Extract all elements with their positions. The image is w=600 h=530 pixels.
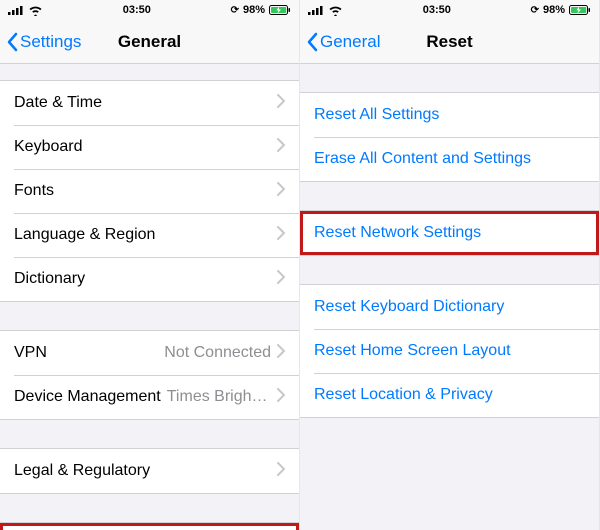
row-reset-location-privacy[interactable]: Reset Location & Privacy xyxy=(300,373,599,417)
nav-bar: Settings General xyxy=(0,20,299,64)
status-right: ⟳ 98% xyxy=(531,4,591,16)
chevron-left-icon xyxy=(6,32,18,52)
battery-percent: 98% xyxy=(243,4,265,16)
row-label: Date & Time xyxy=(14,94,277,112)
status-right: ⟳ 98% xyxy=(231,4,291,16)
row-keyboard[interactable]: Keyboard xyxy=(0,125,299,169)
cellular-signal-icon xyxy=(8,5,24,15)
group-general-2: VPNNot Connected Device Management Times … xyxy=(0,330,299,420)
row-date-time[interactable]: Date & Time xyxy=(0,81,299,125)
battery-icon xyxy=(569,5,591,15)
group-general-1: Date & Time Keyboard Fonts Language & Re… xyxy=(0,80,299,302)
row-label: Keyboard xyxy=(14,138,277,156)
cellular-signal-icon xyxy=(308,5,324,15)
status-left xyxy=(8,5,43,16)
chevron-right-icon xyxy=(277,344,285,363)
row-dictionary[interactable]: Dictionary xyxy=(0,257,299,301)
back-label: Settings xyxy=(20,32,81,52)
battery-icon xyxy=(269,5,291,15)
row-label: Legal & Regulatory xyxy=(14,462,277,480)
status-time: 03:50 xyxy=(123,4,151,16)
status-time: 03:50 xyxy=(423,4,451,16)
status-bar: 03:50 ⟳ 98% xyxy=(0,0,299,20)
screen-reset: 03:50 ⟳ 98% General Reset Reset All Sett… xyxy=(300,0,600,530)
battery-percent: 98% xyxy=(543,4,565,16)
chevron-left-icon xyxy=(306,32,318,52)
chevron-right-icon xyxy=(277,182,285,201)
status-bar: 03:50 ⟳ 98% xyxy=(300,0,599,20)
orientation-lock-icon: ⟳ xyxy=(231,5,239,16)
row-erase-all-content[interactable]: Erase All Content and Settings xyxy=(300,137,599,181)
back-button[interactable]: General xyxy=(306,32,380,52)
screen-general: 03:50 ⟳ 98% Settings General Date & Time… xyxy=(0,0,300,530)
nav-bar: General Reset xyxy=(300,20,599,64)
back-button[interactable]: Settings xyxy=(6,32,81,52)
group-reset-3: Reset Keyboard Dictionary Reset Home Scr… xyxy=(300,284,599,418)
row-label: Device Management xyxy=(14,388,161,406)
row-label: Dictionary xyxy=(14,270,277,288)
chevron-right-icon xyxy=(277,226,285,245)
back-label: General xyxy=(320,32,380,52)
row-label: Erase All Content and Settings xyxy=(314,150,585,168)
row-label: Reset All Settings xyxy=(314,106,585,124)
status-left xyxy=(308,5,343,16)
row-label: Reset Network Settings xyxy=(314,224,585,242)
row-vpn[interactable]: VPNNot Connected xyxy=(0,331,299,375)
row-value: Not Connected xyxy=(164,344,271,362)
wifi-icon xyxy=(328,5,343,16)
group-reset-1: Reset All Settings Erase All Content and… xyxy=(300,92,599,182)
group-reset-2: Reset Network Settings xyxy=(300,210,599,256)
chevron-right-icon xyxy=(277,138,285,157)
row-fonts[interactable]: Fonts xyxy=(0,169,299,213)
row-reset-all-settings[interactable]: Reset All Settings xyxy=(300,93,599,137)
content: Date & Time Keyboard Fonts Language & Re… xyxy=(0,64,299,530)
row-language-region[interactable]: Language & Region xyxy=(0,213,299,257)
group-general-4: Reset Shut Down xyxy=(0,522,299,530)
chevron-right-icon xyxy=(277,388,285,407)
group-general-3: Legal & Regulatory xyxy=(0,448,299,494)
row-value: Times Bright CreSu… xyxy=(167,388,271,406)
row-reset-home-screen[interactable]: Reset Home Screen Layout xyxy=(300,329,599,373)
row-label: Fonts xyxy=(14,182,277,200)
row-reset[interactable]: Reset xyxy=(0,523,299,530)
row-device-management[interactable]: Device Management Times Bright CreSu… xyxy=(0,375,299,419)
row-label: Language & Region xyxy=(14,226,277,244)
row-reset-network-settings[interactable]: Reset Network Settings xyxy=(300,211,599,255)
chevron-right-icon xyxy=(277,94,285,113)
row-reset-keyboard-dictionary[interactable]: Reset Keyboard Dictionary xyxy=(300,285,599,329)
orientation-lock-icon: ⟳ xyxy=(531,5,539,16)
chevron-right-icon xyxy=(277,462,285,481)
row-legal[interactable]: Legal & Regulatory xyxy=(0,449,299,493)
row-label: Reset Home Screen Layout xyxy=(314,342,585,360)
chevron-right-icon xyxy=(277,270,285,289)
row-label: Reset Location & Privacy xyxy=(314,386,585,404)
row-label: VPN xyxy=(14,344,164,362)
wifi-icon xyxy=(28,5,43,16)
content: Reset All Settings Erase All Content and… xyxy=(300,64,599,530)
row-label: Reset Keyboard Dictionary xyxy=(314,298,585,316)
